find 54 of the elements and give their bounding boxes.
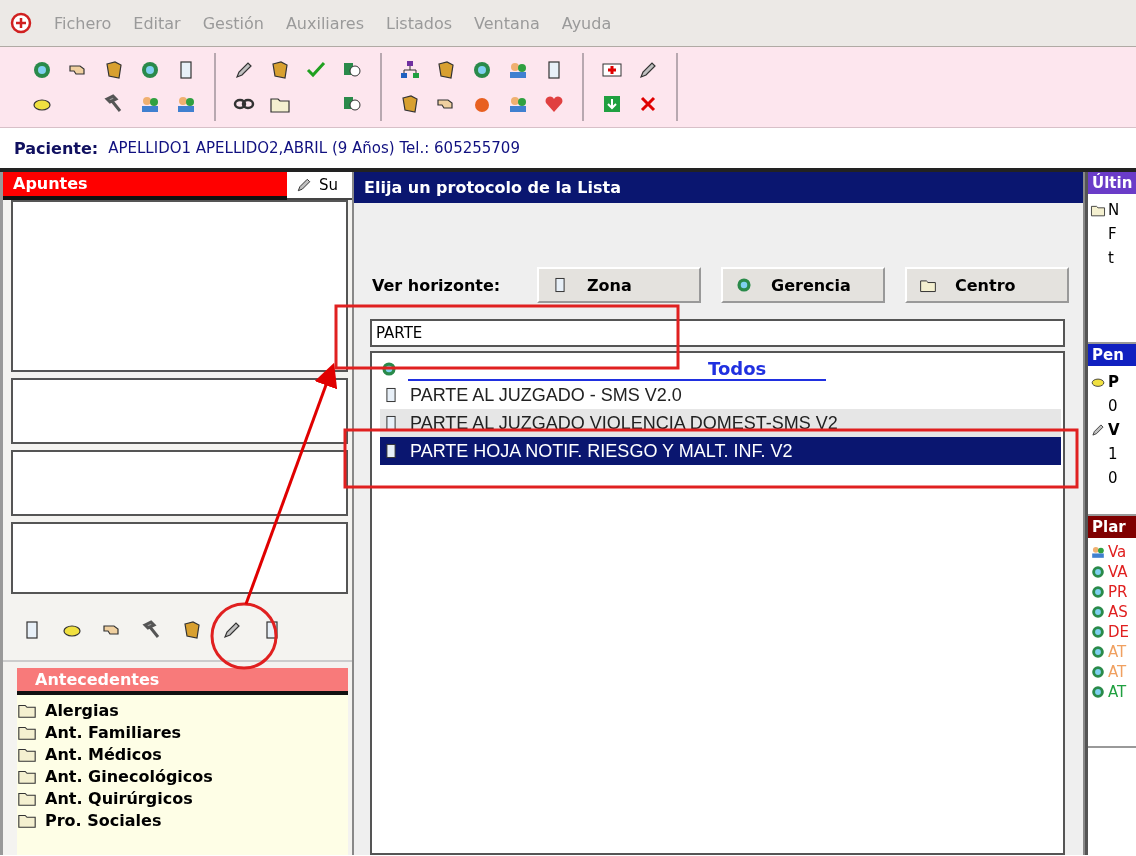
history-item[interactable]: Ant. Ginecológicos [45, 766, 213, 786]
protocol-item[interactable]: PARTE HOJA NOTIF. RIESGO Y MALT. INF. V2 [380, 437, 1061, 465]
panel-text: VA [1108, 563, 1128, 581]
panel-header: Últin [1088, 172, 1136, 194]
target-icon [1090, 584, 1106, 600]
app-logo-icon[interactable] [10, 12, 32, 34]
panel-text: 0 [1108, 397, 1118, 415]
target-icon [1090, 604, 1106, 620]
pencil-icon [1090, 422, 1106, 438]
target-icon [1090, 664, 1106, 680]
network-icon[interactable] [399, 59, 421, 81]
sub-tab[interactable]: Su [287, 172, 352, 200]
panel-header: Pen [1088, 344, 1136, 366]
panel-text: N [1108, 201, 1120, 219]
history-header: Antecedentes [17, 668, 348, 695]
circle-icon [380, 360, 398, 378]
panel-text: AS [1108, 603, 1128, 621]
notes-header: Apuntes [3, 172, 287, 200]
dialog-title: Elija un protocolo de la Lista [354, 172, 1083, 203]
target-icon [1090, 564, 1106, 580]
panel-text: F [1108, 225, 1117, 243]
patient-label: Paciente: [14, 138, 99, 158]
panel-text: 0 [1108, 469, 1118, 487]
patient-info: APELLIDO1 APELLIDO2,ABRIL (9 Años) Tel.: 605255709 [108, 139, 520, 157]
person-icon [1090, 544, 1106, 560]
horizon-button[interactable]: Zona [537, 267, 701, 303]
panel-text: PR [1108, 583, 1128, 601]
target-icon [1090, 684, 1106, 700]
protocol-item[interactable]: PARTE AL JUZGADO - SMS V2.0 [380, 381, 1061, 409]
panel-text: AT [1108, 643, 1127, 661]
search-field[interactable]: PARTE [370, 319, 1065, 347]
list-header[interactable]: Todos [408, 357, 827, 381]
panel-text: DE [1108, 623, 1130, 641]
panel-text: Va [1108, 543, 1127, 561]
history-item[interactable]: Ant. Médicos [45, 744, 162, 764]
panel-text: AT [1108, 683, 1127, 701]
panel-text: V [1108, 421, 1120, 439]
history-item[interactable]: Ant. Familiares [45, 722, 182, 742]
panel-text: P [1108, 373, 1119, 391]
horizon-button[interactable]: Centro [905, 267, 1069, 303]
horizon-label: Ver horizonte: [372, 275, 502, 295]
panel-header: Plar [1088, 516, 1136, 538]
annotation-circle [210, 602, 278, 670]
target-icon [735, 276, 753, 294]
panel-text: AT [1108, 663, 1127, 681]
history-item[interactable]: Pro. Sociales [45, 810, 162, 830]
panel-text: t [1108, 249, 1114, 267]
pencil-icon [295, 176, 313, 194]
horizon-button[interactable]: Gerencia [721, 267, 885, 303]
history-item[interactable]: Ant. Quirúrgicos [45, 788, 193, 808]
target-icon [1090, 644, 1106, 660]
history-item[interactable]: Alergias [45, 700, 119, 720]
target-icon [1090, 624, 1106, 640]
panel-text: 1 [1108, 445, 1118, 463]
